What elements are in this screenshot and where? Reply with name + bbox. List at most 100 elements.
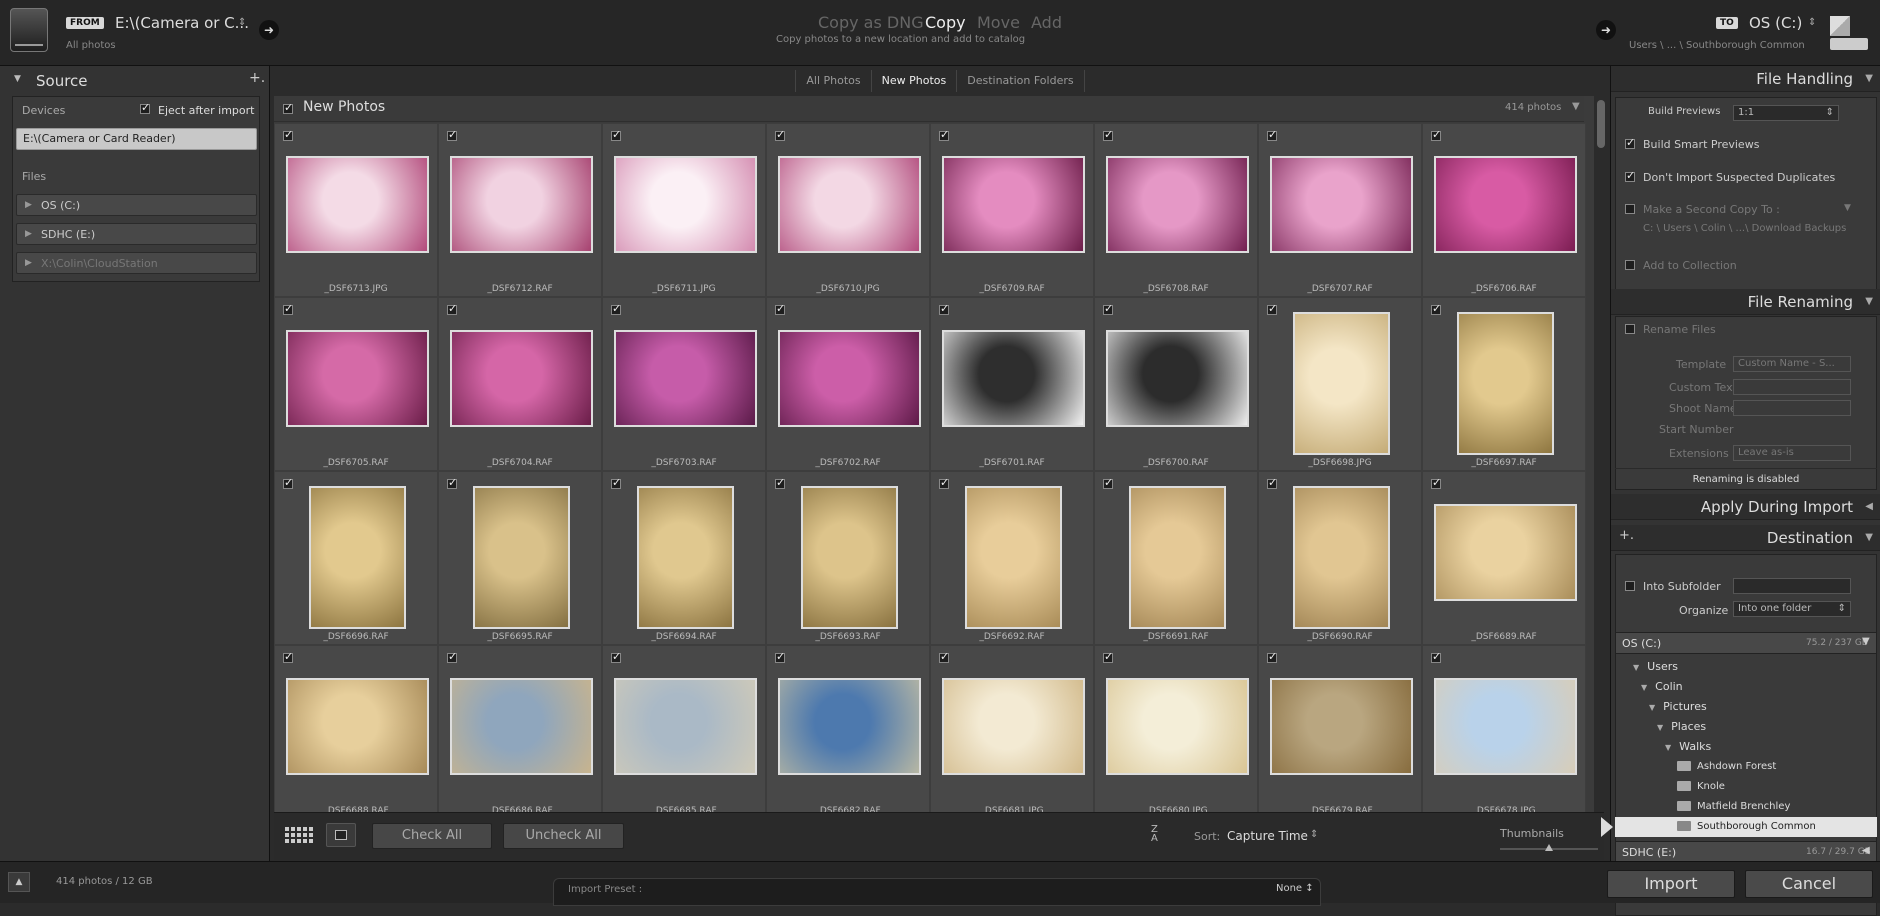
drive-cloudstation[interactable]: ▶ X:\Colin\CloudStation — [16, 252, 257, 274]
photo-cell[interactable]: _DSF6692.RAF — [930, 471, 1094, 645]
photo-checkbox[interactable] — [1103, 476, 1113, 489]
photo-cell[interactable]: _DSF6686.RAF — [438, 645, 602, 812]
tree-pictures[interactable]: ▼ Pictures — [1615, 697, 1877, 717]
smart-previews-checkbox[interactable] — [1625, 136, 1635, 149]
photo-thumbnail[interactable] — [801, 486, 898, 629]
collapse-triangle-icon[interactable]: ▼ — [1865, 66, 1873, 92]
template-select[interactable]: Custom Name - S... — [1733, 356, 1851, 372]
photo-checkbox[interactable] — [775, 128, 785, 141]
rename-files-checkbox[interactable] — [1625, 324, 1635, 334]
photo-thumbnail[interactable] — [1434, 504, 1577, 601]
photo-thumbnail[interactable] — [1270, 678, 1413, 775]
mode-add[interactable]: Add — [1031, 13, 1062, 32]
organize-select[interactable]: Into one folder ⇕ — [1733, 601, 1851, 617]
photo-cell[interactable]: _DSF6710.JPG — [766, 123, 930, 297]
grid-view-icon[interactable] — [284, 825, 314, 845]
photo-cell[interactable]: _DSF6689.RAF — [1422, 471, 1586, 645]
expand-triangle-icon[interactable]: ◀ — [1862, 845, 1870, 856]
photo-checkbox[interactable] — [1267, 650, 1277, 663]
second-copy-dropdown-icon[interactable]: ▼ — [1844, 203, 1851, 213]
photo-checkbox[interactable] — [611, 476, 621, 489]
photo-thumbnail[interactable] — [309, 486, 406, 629]
collapse-triangle-icon[interactable]: ▼ — [1865, 525, 1873, 551]
photo-thumbnail[interactable] — [614, 678, 757, 775]
photo-thumbnail[interactable] — [1434, 678, 1577, 775]
photo-cell[interactable]: _DSF6701.RAF — [930, 297, 1094, 471]
photo-cell[interactable]: _DSF6694.RAF — [602, 471, 766, 645]
photo-checkbox[interactable] — [775, 302, 785, 315]
photo-checkbox[interactable] — [939, 476, 949, 489]
photo-cell[interactable]: _DSF6695.RAF — [438, 471, 602, 645]
photo-checkbox[interactable] — [283, 302, 293, 315]
photo-cell[interactable]: _DSF6702.RAF — [766, 297, 930, 471]
photo-cell[interactable]: _DSF6691.RAF — [1094, 471, 1258, 645]
photo-cell[interactable]: _DSF6693.RAF — [766, 471, 930, 645]
folder-southborough-common[interactable]: Southborough Common — [1615, 817, 1877, 837]
import-preset-bar[interactable]: Import Preset : None ↕ — [553, 878, 1321, 906]
photo-cell[interactable]: _DSF6705.RAF — [274, 297, 438, 471]
photo-cell[interactable]: _DSF6707.RAF — [1258, 123, 1422, 297]
photo-checkbox[interactable] — [447, 650, 457, 663]
photo-thumbnail[interactable] — [450, 330, 593, 427]
photo-checkbox[interactable] — [283, 128, 293, 141]
photo-checkbox[interactable] — [1103, 650, 1113, 663]
grid-scrollbar[interactable] — [1594, 96, 1608, 812]
tab-destination-folders[interactable]: Destination Folders — [956, 70, 1085, 92]
photo-checkbox[interactable] — [447, 476, 457, 489]
thumbnail-size-slider[interactable] — [1500, 844, 1598, 851]
apply-during-import-header[interactable]: Apply During Import ◀ — [1611, 494, 1880, 520]
eject-checkbox[interactable] — [140, 101, 150, 114]
folder-knole[interactable]: Knole — [1615, 777, 1877, 797]
photo-checkbox[interactable] — [611, 650, 621, 663]
device-camera-card-reader[interactable]: E:\(Camera or Card Reader) — [16, 128, 257, 150]
photo-checkbox[interactable] — [939, 650, 949, 663]
photo-thumbnail[interactable] — [637, 486, 734, 629]
photo-thumbnail[interactable] — [1129, 486, 1226, 629]
build-previews-select[interactable]: 1:1 ⇕ — [1733, 105, 1839, 121]
check-all-button[interactable]: Check All — [372, 823, 492, 849]
tree-places[interactable]: ▼ Places — [1615, 717, 1877, 737]
photo-checkbox[interactable] — [775, 650, 785, 663]
photo-cell[interactable]: _DSF6711.JPG — [602, 123, 766, 297]
photo-checkbox[interactable] — [775, 476, 785, 489]
collapse-triangle-icon[interactable]: ▼ — [14, 74, 21, 84]
photo-thumbnail[interactable] — [942, 156, 1085, 253]
drive-sdhc-e[interactable]: ▶ SDHC (E:) — [16, 223, 257, 245]
file-renaming-header[interactable]: File Renaming ▼ — [1611, 289, 1880, 315]
photo-cell[interactable]: _DSF6690.RAF — [1258, 471, 1422, 645]
photo-cell[interactable]: _DSF6681.JPG — [930, 645, 1094, 812]
add-source-button[interactable]: +. — [249, 70, 265, 86]
photo-checkbox[interactable] — [1431, 476, 1441, 489]
photo-thumbnail[interactable] — [1106, 156, 1249, 253]
source-selector[interactable]: E:\(Camera or C... — [115, 14, 249, 32]
photo-thumbnail[interactable] — [965, 486, 1062, 629]
mode-move[interactable]: Move — [977, 13, 1020, 32]
extensions-select[interactable]: Leave as-is — [1733, 445, 1851, 461]
source-dropdown-icon[interactable]: ⇕ — [238, 17, 246, 28]
volume-os-c[interactable]: OS (C:) 75.2 / 237 GB ▼ — [1615, 632, 1877, 654]
tree-colin[interactable]: ▼ Colin — [1615, 677, 1877, 697]
photo-thumbnail[interactable] — [942, 678, 1085, 775]
photo-cell[interactable]: _DSF6708.RAF — [1094, 123, 1258, 297]
photo-cell[interactable]: _DSF6713.JPG — [274, 123, 438, 297]
photo-thumbnail[interactable] — [942, 330, 1085, 427]
photo-cell[interactable]: _DSF6706.RAF — [1422, 123, 1586, 297]
photo-cell[interactable]: _DSF6696.RAF — [274, 471, 438, 645]
photo-cell[interactable]: _DSF6712.RAF — [438, 123, 602, 297]
photo-cell[interactable]: _DSF6698.JPG — [1258, 297, 1422, 471]
photo-cell[interactable]: _DSF6703.RAF — [602, 297, 766, 471]
group-collapse-icon[interactable]: ▼ — [1572, 101, 1580, 112]
photo-thumbnail[interactable] — [1293, 312, 1390, 455]
cancel-button[interactable]: Cancel — [1745, 870, 1873, 898]
photo-thumbnail[interactable] — [1293, 486, 1390, 629]
photo-checkbox[interactable] — [1267, 476, 1277, 489]
photo-checkbox[interactable] — [1431, 650, 1441, 663]
photo-thumbnail[interactable] — [286, 156, 429, 253]
slider-handle[interactable] — [1545, 844, 1553, 851]
photo-cell[interactable]: _DSF6685.RAF — [602, 645, 766, 812]
photo-cell[interactable]: _DSF6679.RAF — [1258, 645, 1422, 812]
import-preset-select[interactable]: None ↕ — [1276, 883, 1314, 894]
photo-checkbox[interactable] — [611, 302, 621, 315]
photo-thumbnail[interactable] — [450, 678, 593, 775]
custom-text-input[interactable] — [1733, 379, 1851, 395]
